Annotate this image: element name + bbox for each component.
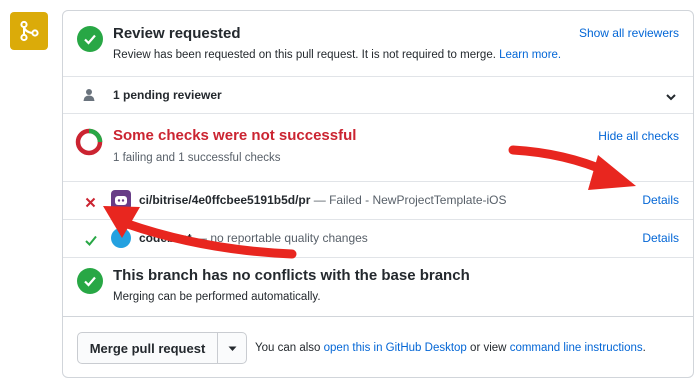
footer-middle: or view (470, 342, 507, 354)
check-description: — Failed - NewProjectTemplate-iOS (313, 193, 507, 207)
show-all-reviewers-link[interactable]: Show all reviewers (579, 26, 679, 40)
merge-pull-request-button[interactable]: Merge pull request (78, 333, 218, 363)
review-description: Review has been requested on this pull r… (113, 49, 561, 61)
command-line-link[interactable]: command line instructions (510, 342, 643, 354)
details-link[interactable]: Details (642, 231, 679, 245)
codebeat-logo-icon (111, 228, 131, 248)
check-name: codebeat (139, 231, 192, 245)
check-description: — no reportable quality changes (195, 231, 368, 245)
hide-all-checks-link[interactable]: Hide all checks (598, 129, 679, 143)
check-icon (85, 233, 97, 251)
learn-more-link[interactable]: Learn more. (499, 49, 561, 61)
no-conflicts-title: This branch has no conflicts with the ba… (113, 267, 470, 284)
status-checks-container: Review requested Review has been request… (63, 11, 693, 317)
merge-button-group: Merge pull request (77, 332, 247, 364)
merge-footer-text: You can also open this in GitHub Desktop… (255, 342, 646, 354)
check-icon (77, 26, 103, 52)
pending-reviewer-row[interactable]: 1 pending reviewer (63, 77, 693, 114)
github-desktop-link[interactable]: open this in GitHub Desktop (324, 342, 467, 354)
checks-summary-section: Some checks were not successful 1 failin… (63, 114, 693, 182)
review-requested-section: Review requested Review has been request… (63, 11, 693, 77)
x-icon (85, 195, 96, 213)
checks-title: Some checks were not successful (113, 127, 357, 144)
caret-down-icon (228, 339, 237, 357)
merge-status-panel: Review requested Review has been request… (62, 10, 694, 378)
chevron-down-icon[interactable] (665, 89, 677, 107)
pending-reviewer-label: 1 pending reviewer (113, 88, 222, 102)
no-conflicts-section: This branch has no conflicts with the ba… (63, 258, 693, 316)
check-row-bitrise: ci/bitrise/4e0ffcbee5191b5d/pr — Failed … (63, 182, 693, 220)
check-text-bitrise: ci/bitrise/4e0ffcbee5191b5d/pr — Failed … (139, 193, 507, 207)
footer-suffix: . (642, 342, 646, 354)
merge-method-dropdown[interactable] (218, 333, 246, 363)
details-link[interactable]: Details (642, 193, 679, 207)
footer-prefix: You can also (255, 342, 321, 354)
person-icon (83, 88, 95, 107)
check-row-codebeat: codebeat — no reportable quality changes… (63, 220, 693, 258)
check-icon (77, 268, 103, 294)
checks-summary: 1 failing and 1 successful checks (113, 152, 281, 164)
bitrise-logo-icon (111, 190, 131, 210)
check-name: ci/bitrise/4e0ffcbee5191b5d/pr (139, 193, 311, 207)
review-description-text: Review has been requested on this pull r… (113, 49, 496, 61)
review-title: Review requested (113, 25, 241, 42)
check-text-codebeat: codebeat — no reportable quality changes (139, 231, 368, 245)
checks-status-ring-icon (75, 128, 103, 161)
no-conflicts-description: Merging can be performed automatically. (113, 291, 321, 303)
git-merge-icon (10, 12, 48, 50)
